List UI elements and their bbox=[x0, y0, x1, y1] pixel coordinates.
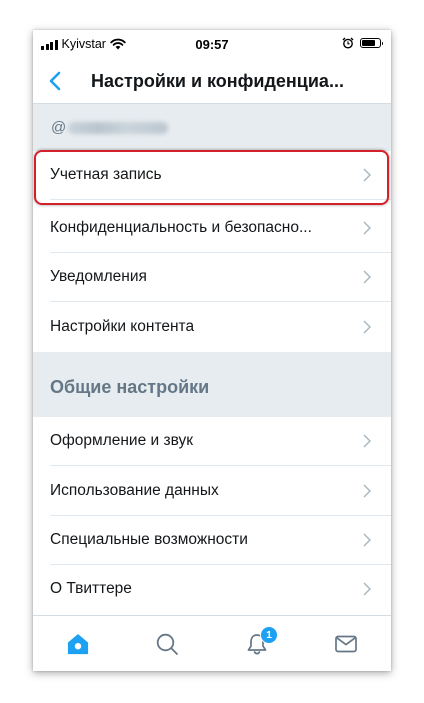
tab-search[interactable] bbox=[123, 616, 213, 671]
settings-item-label: О Твиттере bbox=[50, 580, 132, 597]
settings-item-privacy[interactable]: Конфиденциальность и безопасно... bbox=[33, 204, 391, 253]
chevron-right-icon bbox=[363, 320, 371, 334]
back-button[interactable] bbox=[45, 68, 65, 94]
account-handle: @ bbox=[51, 119, 169, 136]
settings-item-content[interactable]: Настройки контента bbox=[33, 303, 391, 352]
highlight-frame bbox=[34, 150, 389, 205]
home-icon bbox=[67, 633, 88, 654]
tab-home[interactable] bbox=[33, 616, 123, 671]
handle-prefix: @ bbox=[51, 119, 67, 136]
settings-item-label: Использование данных bbox=[50, 482, 219, 499]
chevron-right-icon bbox=[363, 484, 371, 498]
battery-icon bbox=[360, 38, 383, 48]
settings-item-data-usage[interactable]: Использование данных bbox=[33, 467, 391, 516]
phone-screen: Kyivstar 09:57 Настройки и конфиденциа..… bbox=[33, 30, 391, 671]
settings-item-notifications[interactable]: Уведомления bbox=[33, 253, 391, 302]
chevron-left-icon bbox=[49, 71, 61, 91]
tab-bar: 1 bbox=[33, 615, 391, 671]
battery-level bbox=[362, 40, 375, 46]
alarm-icon bbox=[342, 37, 354, 49]
tab-messages[interactable] bbox=[302, 616, 392, 671]
chevron-right-icon bbox=[363, 533, 371, 547]
chevron-right-icon bbox=[363, 221, 371, 235]
blurred-username bbox=[68, 122, 169, 135]
page-title: Настройки и конфиденциа... bbox=[91, 71, 344, 91]
chevron-right-icon bbox=[363, 582, 371, 596]
chevron-right-icon bbox=[363, 434, 371, 448]
settings-item-about[interactable]: О Твиттере bbox=[33, 565, 391, 614]
status-right bbox=[342, 37, 383, 49]
status-bar: Kyivstar 09:57 bbox=[33, 30, 391, 60]
settings-item-label: Оформление и звук bbox=[50, 432, 194, 449]
navigation-bar: Настройки и конфиденциа... bbox=[33, 60, 391, 104]
notification-badge: 1 bbox=[260, 626, 278, 644]
general-settings-header: Общие настройки bbox=[33, 352, 391, 417]
section-title: Общие настройки bbox=[50, 377, 210, 397]
status-time: 09:57 bbox=[195, 37, 229, 52]
settings-item-accessibility[interactable]: Специальные возможности bbox=[33, 516, 391, 565]
messages-icon bbox=[335, 635, 358, 652]
settings-item-display-sound[interactable]: Оформление и звук bbox=[33, 417, 391, 466]
settings-item-label: Уведомления bbox=[50, 268, 147, 285]
account-header: @ bbox=[33, 104, 391, 151]
settings-item-label: Специальные возможности bbox=[50, 531, 248, 548]
search-icon bbox=[157, 633, 179, 655]
tab-notifications[interactable]: 1 bbox=[212, 616, 302, 671]
settings-item-label: Настройки контента bbox=[50, 318, 195, 335]
chevron-right-icon bbox=[363, 270, 371, 284]
settings-item-label: Конфиденциальность и безопасно... bbox=[50, 219, 312, 236]
